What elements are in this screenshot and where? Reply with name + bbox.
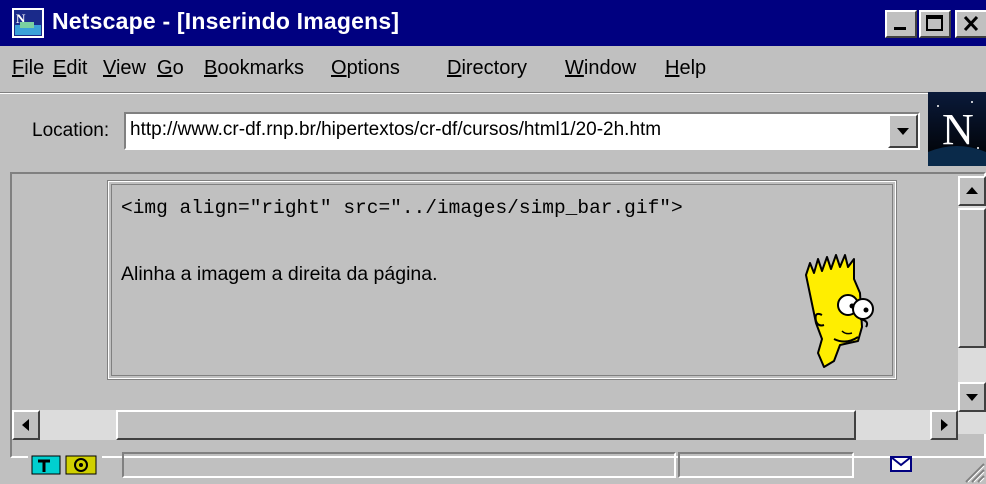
- window-title: Netscape - [Inserindo Imagens]: [52, 8, 400, 34]
- example-box: <img align="right" src="../images/simp_b…: [107, 180, 897, 380]
- minimize-icon: [894, 27, 906, 30]
- menu-file[interactable]: File: [12, 57, 44, 80]
- scroll-up-button[interactable]: [958, 176, 986, 206]
- scroll-left-button[interactable]: [12, 410, 40, 440]
- menu-label: ile: [24, 57, 45, 79]
- description-text: Alinha a imagem a direita da página.: [121, 263, 438, 285]
- netscape-throbber-logo[interactable]: N: [928, 92, 986, 166]
- maximize-button[interactable]: [919, 10, 951, 38]
- menu-mnemonic: F: [12, 57, 25, 79]
- menu-mnemonic: E: [53, 57, 67, 79]
- arrow-left-icon: [22, 419, 29, 431]
- vertical-scroll-thumb[interactable]: [958, 208, 986, 348]
- menu-mnemonic: B: [204, 57, 218, 79]
- menu-help[interactable]: Help: [665, 57, 706, 80]
- close-icon: [963, 15, 979, 32]
- menu-directory[interactable]: Directory: [447, 57, 527, 80]
- arrow-right-icon: [941, 419, 948, 431]
- horizontal-scrollbar[interactable]: [12, 410, 958, 440]
- netscape-app-icon: N: [12, 8, 44, 38]
- menu-bookmarks[interactable]: Bookmarks: [204, 57, 304, 80]
- close-button[interactable]: [955, 10, 986, 38]
- menu-mnemonic: O: [331, 57, 347, 79]
- maximize-icon: [926, 15, 943, 31]
- page-viewport[interactable]: <img align="right" src="../images/simp_b…: [12, 176, 956, 408]
- scroll-down-button[interactable]: [958, 382, 986, 412]
- location-dropdown-button[interactable]: [888, 114, 918, 148]
- menu-label: irectory: [461, 57, 528, 79]
- title-bar[interactable]: N Netscape - [Inserindo Imagens]: [0, 0, 986, 46]
- chevron-down-icon: [897, 128, 909, 135]
- status-bar: [0, 446, 986, 484]
- menu-label: ptions: [346, 57, 400, 79]
- menu-window[interactable]: Window: [565, 57, 636, 80]
- menu-go[interactable]: Go: [157, 57, 184, 80]
- menu-mnemonic: G: [157, 57, 173, 79]
- scroll-right-button[interactable]: [930, 410, 958, 440]
- menu-label: o: [172, 57, 184, 79]
- status-message-field: [122, 452, 676, 478]
- minimize-button[interactable]: [885, 10, 917, 38]
- arrow-up-icon: [966, 187, 978, 194]
- resize-grip-icon[interactable]: [958, 456, 986, 484]
- menu-mnemonic: D: [447, 57, 462, 79]
- menu-options[interactable]: Options: [331, 57, 400, 80]
- menu-mnemonic: W: [565, 57, 584, 79]
- location-input[interactable]: [130, 119, 890, 141]
- html-code-line: <img align="right" src="../images/simp_b…: [121, 197, 683, 219]
- progress-field: [678, 452, 854, 478]
- menu-mnemonic: H: [665, 57, 680, 79]
- menu-label: iew: [115, 57, 146, 79]
- horizontal-scroll-thumb[interactable]: [116, 410, 856, 440]
- logo-letter: N: [942, 105, 974, 154]
- menu-mnemonic: V: [103, 57, 116, 79]
- menu-view[interactable]: View: [103, 57, 146, 80]
- menu-bar: File Edit View Go Bookmarks Options Dire…: [0, 48, 986, 90]
- location-label: Location:: [32, 120, 110, 141]
- menu-label: elp: [679, 57, 707, 79]
- menu-label: dit: [66, 57, 88, 79]
- menu-label: indow: [583, 57, 637, 79]
- location-field[interactable]: [124, 112, 920, 150]
- mail-icon[interactable]: [890, 456, 912, 472]
- menu-label: ookmarks: [217, 57, 305, 79]
- arrow-down-icon: [966, 394, 978, 401]
- vertical-scrollbar[interactable]: [958, 176, 986, 434]
- bart-simpson-image: [805, 254, 874, 368]
- toolbar-divider: [0, 92, 986, 94]
- example-box-inner: <img align="right" src="../images/simp_b…: [111, 184, 893, 376]
- security-key-icon[interactable]: [28, 452, 102, 478]
- menu-edit[interactable]: Edit: [53, 57, 87, 80]
